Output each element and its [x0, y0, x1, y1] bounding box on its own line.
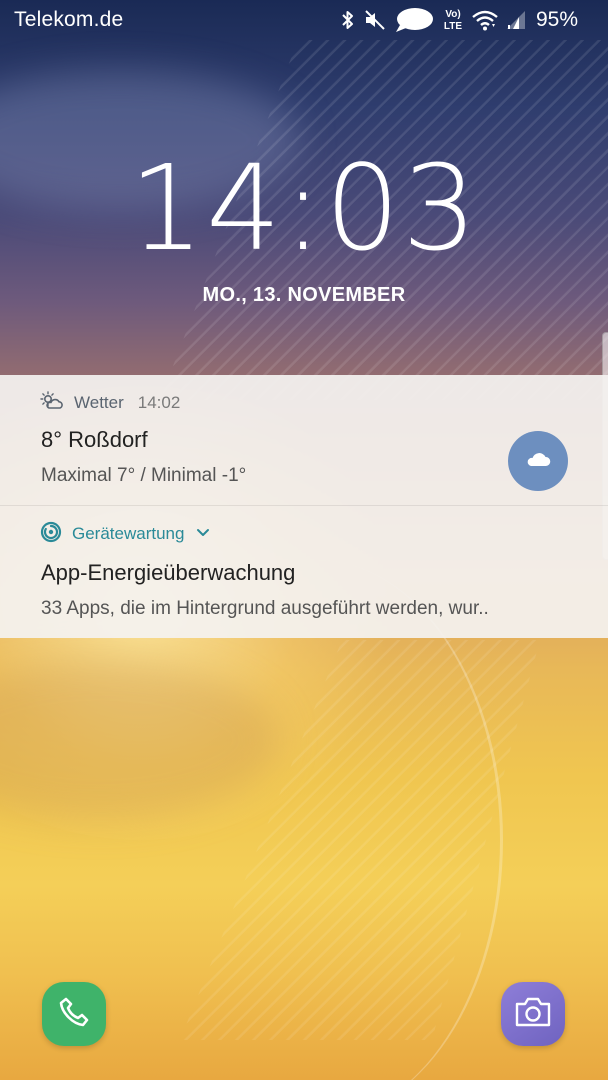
status-bar: Telekom.de Vo) LTE 95% [0, 0, 608, 40]
lock-screen: Telekom.de Vo) LTE 95% 14:03 MO., 13. NO… [0, 0, 608, 1080]
chat-bubble-icon [394, 7, 434, 33]
signal-icon [506, 9, 526, 31]
notification-app-name: Gerätewartung [72, 524, 185, 543]
wifi-icon [472, 9, 498, 31]
battery-percent: 95% [535, 8, 578, 31]
phone-icon [56, 994, 92, 1035]
camera-shortcut-button[interactable] [501, 982, 565, 1046]
notification-weather[interactable]: Wetter 14:02 8° Roßdorf Maximal 7° / Min… [0, 375, 608, 505]
mute-icon [364, 9, 386, 31]
wallpaper-cloud-lower [0, 660, 280, 820]
notification-title: 8° Roßdorf [41, 427, 148, 452]
carrier-label: Telekom.de [14, 8, 124, 31]
notification-title: App-Energieüberwachung [41, 560, 296, 585]
cloud-icon [525, 450, 551, 473]
volte-label-bottom: LTE [444, 21, 462, 32]
lockscreen-date: MO., 13. NOVEMBER [202, 284, 406, 306]
notification-panel: Wetter 14:02 8° Roßdorf Maximal 7° / Min… [0, 375, 608, 638]
device-maintenance-icon [40, 521, 62, 548]
weather-icon [40, 390, 64, 416]
chevron-down-icon[interactable] [196, 525, 210, 543]
notification-app-name: Wetter [74, 393, 124, 412]
camera-icon [513, 995, 553, 1034]
wallpaper-stripes-bottom [180, 640, 540, 1040]
notification-header: Gerätewartung [40, 521, 210, 548]
notification-text: Maximal 7° / Minimal -1° [41, 465, 247, 486]
phone-shortcut-button[interactable] [42, 982, 106, 1046]
wallpaper-arc [130, 560, 503, 1080]
notification-header: Wetter 14:02 [40, 390, 181, 416]
weather-badge [508, 431, 568, 491]
notification-device-maintenance[interactable]: Gerätewartung App-Energieüberwachung 33 … [0, 506, 608, 638]
bluetooth-icon [340, 9, 356, 31]
lockscreen-clock: 14:03 [128, 139, 480, 277]
notification-time: 14:02 [137, 393, 181, 412]
volte-icon: Vo) LTE [442, 7, 464, 33]
notification-text: 33 Apps, die im Hintergrund ausgeführt w… [41, 598, 489, 619]
volte-label-top: Vo) [445, 9, 460, 20]
status-icons: Vo) LTE 95% [340, 6, 578, 34]
